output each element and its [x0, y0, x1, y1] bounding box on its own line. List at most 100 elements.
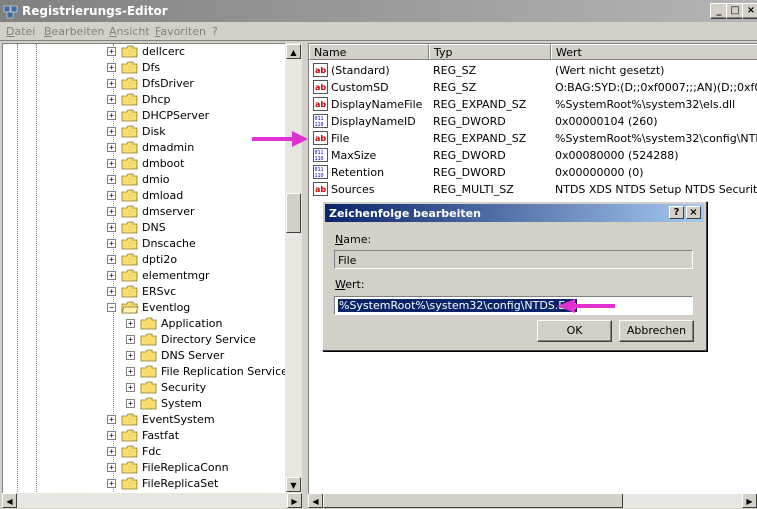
expand-icon[interactable]: + [107, 207, 116, 216]
tree-item[interactable]: + dellcerc [107, 44, 286, 60]
expand-icon[interactable]: + [107, 175, 116, 184]
list-cell-name: (Standard) [331, 64, 390, 77]
tree-item[interactable]: + dmio [107, 172, 286, 188]
tree-item[interactable]: + dmload [107, 188, 286, 204]
expand-icon[interactable]: + [126, 319, 135, 328]
expand-icon[interactable]: + [126, 383, 135, 392]
list-item[interactable]: ab (Standard) REG_SZ (Wert nicht gesetzt) [309, 62, 757, 79]
expand-icon[interactable]: + [107, 159, 116, 168]
expand-icon[interactable]: + [126, 399, 135, 408]
menu-datei[interactable]: Datei [6, 25, 35, 38]
expand-icon[interactable]: + [107, 143, 116, 152]
tree-item[interactable]: + DHCPServer [107, 108, 286, 124]
expand-icon[interactable]: + [126, 367, 135, 376]
tree-item-label: ERSvc [142, 285, 177, 298]
expand-icon[interactable]: + [107, 63, 116, 72]
scroll-right-icon[interactable]: ▶ [287, 493, 302, 508]
tree-item[interactable]: + FileReplicaConn [107, 460, 286, 476]
expand-icon[interactable]: + [107, 463, 116, 472]
expand-icon[interactable]: + [107, 255, 116, 264]
menu-favoriten[interactable]: Favoriten [155, 25, 206, 38]
column-header-value[interactable]: Wert [551, 44, 757, 60]
menu-bearbeiten[interactable]: Bearbeiten [44, 25, 104, 38]
expand-icon[interactable]: + [107, 271, 116, 280]
expand-icon[interactable]: + [126, 335, 135, 344]
scroll-down-icon[interactable]: ▼ [286, 477, 301, 492]
tree-item[interactable]: + EventSystem [107, 412, 286, 428]
tree-item[interactable]: + Fastfat [107, 428, 286, 444]
list-item[interactable]: ab DisplayNameFile REG_EXPAND_SZ %SystemRoo… [309, 96, 757, 113]
close-button[interactable]: × [742, 3, 757, 19]
expand-icon[interactable]: + [107, 95, 116, 104]
value-input[interactable]: %SystemRoot%\system32\config\NTDS.Evt [334, 296, 693, 315]
tree-item[interactable]: + dpti2o [107, 252, 286, 268]
folder-icon [121, 253, 138, 266]
tree-item[interactable]: + System [126, 396, 286, 412]
tree-item[interactable]: + Directory Service [126, 332, 286, 348]
list-horizontal-scrollbar[interactable]: ◀ ▶ [308, 493, 757, 508]
scroll-thumb[interactable] [286, 193, 301, 233]
tree-item[interactable]: + FileReplicaSet [107, 476, 286, 492]
scroll-left-icon[interactable]: ◀ [308, 493, 323, 508]
expand-icon[interactable]: + [107, 415, 116, 424]
tree-item[interactable]: + Dfs [107, 60, 286, 76]
tree-item-label: FileReplicaSet [142, 477, 219, 490]
tree-item[interactable]: + elementmgr [107, 268, 286, 284]
column-header-type[interactable]: Typ [429, 44, 551, 60]
tree-item-label: Security [161, 381, 207, 394]
tree-item[interactable]: + dmboot [107, 156, 286, 172]
expand-icon[interactable]: + [107, 447, 116, 456]
tree-item[interactable]: − Eventlog [107, 300, 286, 316]
tree-item[interactable]: + Fdc [107, 444, 286, 460]
list-item[interactable]: 011 110 MaxSize REG_DWORD 0x00080000 (524288… [309, 147, 757, 164]
tree-item[interactable]: + Application [126, 316, 286, 332]
tree-horizontal-scrollbar[interactable]: ◀ ▶ [2, 493, 302, 508]
list-cell-name: DisplayNameID [331, 115, 416, 128]
expand-icon[interactable]: + [107, 79, 116, 88]
expand-icon[interactable]: + [107, 431, 116, 440]
list-cell-value: 0x00080000 (524288) [555, 149, 679, 162]
collapse-icon[interactable]: − [107, 303, 116, 312]
dialog-close-button[interactable]: × [686, 206, 701, 219]
menu-help[interactable]: ? [212, 25, 218, 38]
expand-icon[interactable]: + [107, 47, 116, 56]
list-item[interactable]: 011 110 Retention REG_DWORD 0x00000000 (0) [309, 164, 757, 181]
folder-icon [121, 285, 138, 298]
list-item[interactable]: ab CustomSD REG_SZ O:BAG:SYD:(D;;0xf0007;;;… [309, 79, 757, 96]
expand-icon[interactable]: + [107, 223, 116, 232]
expand-icon[interactable]: + [107, 287, 116, 296]
tree-item[interactable]: + Security [126, 380, 286, 396]
tree-item[interactable]: + Dhcp [107, 92, 286, 108]
expand-icon[interactable]: + [126, 351, 135, 360]
menu-ansicht[interactable]: Ansicht [109, 25, 150, 38]
ok-button[interactable]: OK [537, 320, 612, 342]
tree-item[interactable]: + ERSvc [107, 284, 286, 300]
folder-icon [121, 173, 138, 186]
scroll-thumb[interactable] [323, 493, 623, 508]
help-button[interactable]: ? [669, 206, 684, 219]
scroll-right-icon[interactable]: ▶ [742, 493, 757, 508]
expand-icon[interactable]: + [107, 191, 116, 200]
binary-value-icon: 011110 [313, 148, 328, 162]
expand-icon[interactable]: + [107, 239, 116, 248]
expand-icon[interactable]: + [107, 127, 116, 136]
expand-icon[interactable]: + [107, 479, 116, 488]
tree-item[interactable]: + DNS Server [126, 348, 286, 364]
scroll-up-icon[interactable]: ▲ [286, 44, 301, 59]
tree-item[interactable]: + dmserver [107, 204, 286, 220]
list-item[interactable]: 011 110 DisplayNameID REG_DWORD 0x00000104 (… [309, 113, 757, 130]
tree-item[interactable]: + DNS [107, 220, 286, 236]
tree-item[interactable]: + DfsDriver [107, 76, 286, 92]
list-item[interactable]: ab File REG_EXPAND_SZ %SystemRoot%\system32… [309, 130, 757, 147]
column-header-name[interactable]: Name [309, 44, 429, 60]
pointer-arrow-icon [252, 131, 308, 147]
tree-item[interactable]: + File Replication Service [126, 364, 286, 380]
expand-icon[interactable]: + [107, 111, 116, 120]
list-item[interactable]: ab Sources REG_MULTI_SZ NTDS XDS NTDS Setup… [309, 181, 757, 198]
cancel-button[interactable]: Abbrechen [619, 320, 694, 342]
tree-vertical-scrollbar[interactable]: ▲ ▼ [285, 43, 302, 493]
list-cell-name: DisplayNameFile [331, 98, 423, 111]
scroll-left-icon[interactable]: ◀ [2, 493, 17, 508]
tree-item[interactable]: + Dnscache [107, 236, 286, 252]
tree-guide-line [36, 44, 37, 494]
